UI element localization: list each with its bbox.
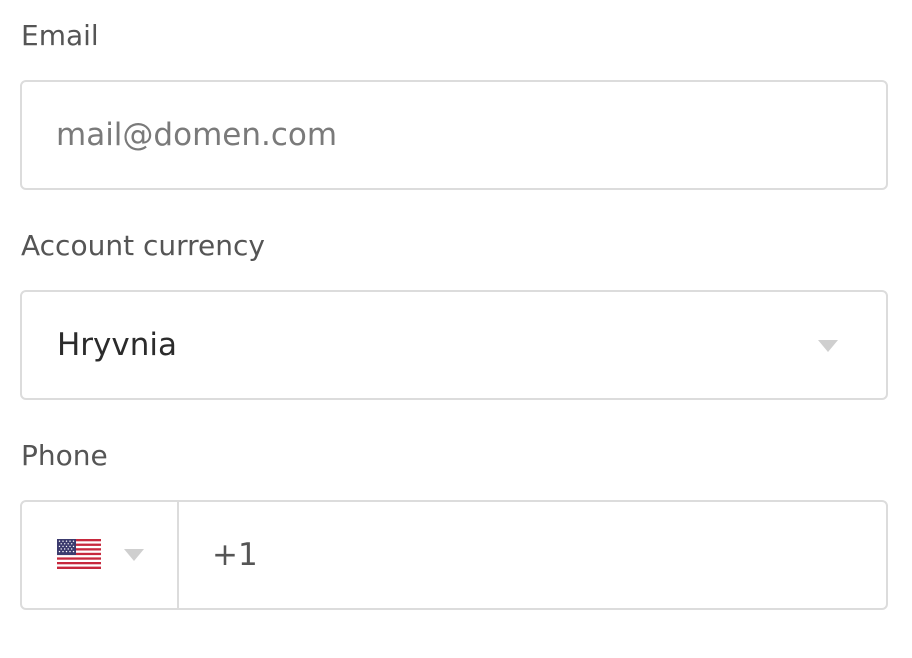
email-field-container (20, 80, 888, 190)
email-label: Email (21, 19, 99, 52)
email-input[interactable] (22, 82, 886, 188)
account-currency-select[interactable]: Hryvnia (20, 290, 888, 400)
phone-field-container (20, 500, 888, 610)
chevron-down-icon (818, 340, 838, 352)
account-currency-value: Hryvnia (57, 327, 178, 363)
account-currency-label: Account currency (21, 229, 265, 262)
phone-label: Phone (21, 439, 108, 472)
phone-number-input[interactable] (22, 502, 886, 608)
signup-form: Email Account currency Hryvnia Phone (0, 0, 912, 658)
